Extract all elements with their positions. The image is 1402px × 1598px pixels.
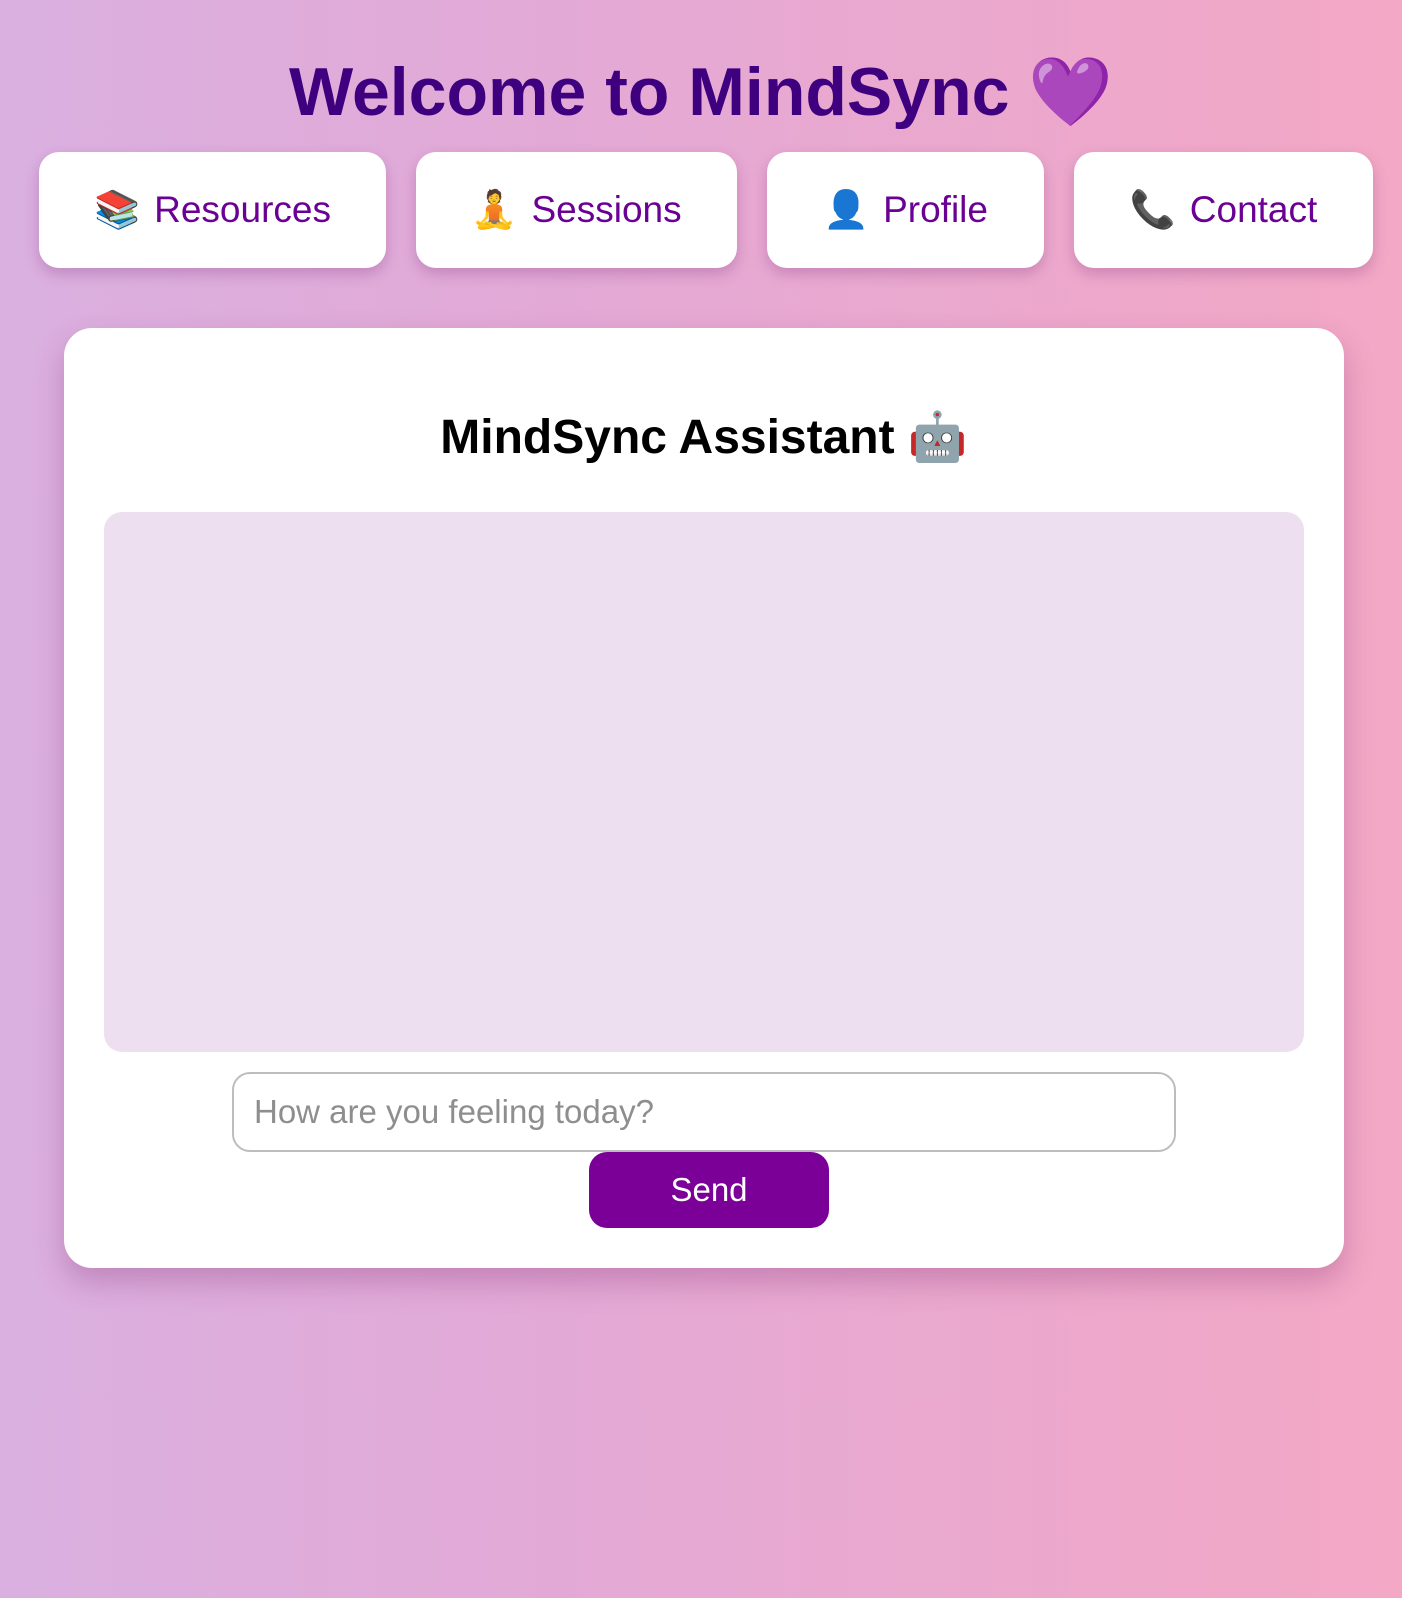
phone-icon: 📞: [1129, 188, 1176, 231]
user-icon: 👤: [823, 188, 870, 231]
nav-contact-label: Contact: [1189, 189, 1318, 230]
page-title: Welcome to MindSync 💜: [289, 54, 1113, 130]
nav-sessions-button[interactable]: 🧘 Sessions: [416, 152, 737, 268]
send-button[interactable]: Send: [589, 1152, 829, 1228]
nav-profile-label: Profile: [883, 189, 988, 230]
nav-resources-button[interactable]: 📚 Resources: [39, 152, 386, 268]
nav-contact-button[interactable]: 📞 Contact: [1074, 152, 1373, 268]
meditation-icon: 🧘: [471, 188, 518, 231]
nav-sessions-label: Sessions: [531, 189, 682, 230]
nav-profile-button[interactable]: 👤 Profile: [767, 152, 1044, 268]
assistant-title: MindSync Assistant 🤖: [440, 411, 968, 464]
message-input[interactable]: [232, 1072, 1176, 1152]
assistant-card: MindSync Assistant 🤖 Send: [64, 328, 1344, 1268]
books-icon: 📚: [94, 188, 141, 231]
nav-resources-label: Resources: [154, 189, 331, 230]
chat-messages-area[interactable]: [104, 512, 1304, 1052]
